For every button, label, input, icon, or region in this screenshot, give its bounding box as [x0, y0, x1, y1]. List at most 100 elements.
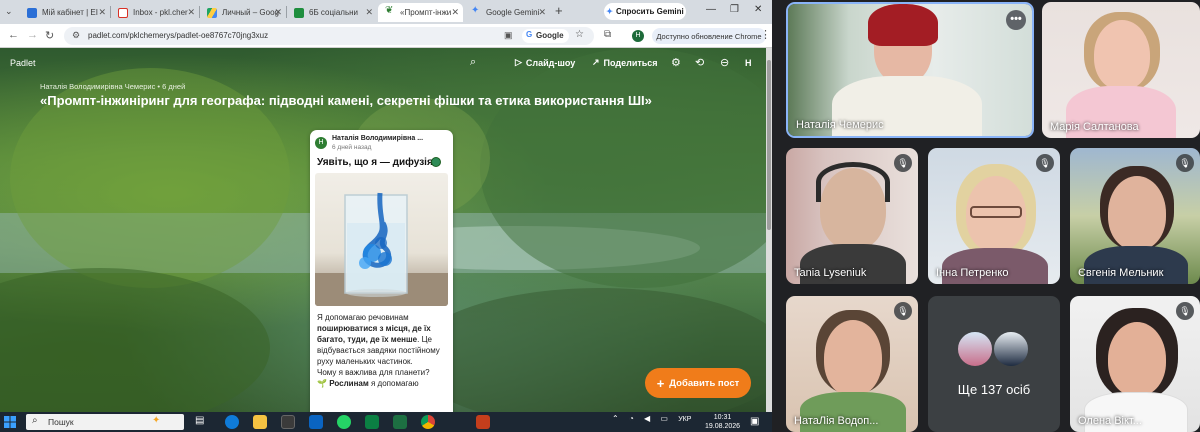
close-icon[interactable]: ✕ [365, 7, 373, 18]
tab-label: Личный – Goog [222, 8, 279, 17]
windows-start-icon[interactable] [4, 416, 16, 428]
store-icon[interactable] [281, 415, 295, 429]
chrome-icon[interactable] [421, 415, 435, 429]
menu-dots-icon[interactable]: ⋮ [760, 28, 771, 41]
add-post-button[interactable]: + Добавить пост [645, 368, 751, 398]
mic-off-icon: 🎙 [894, 154, 912, 172]
plus-icon: + [656, 375, 665, 391]
meet-app-icon[interactable] [365, 415, 379, 429]
maximize-icon[interactable]: ❐ [730, 4, 739, 15]
close-icon[interactable]: ✕ [187, 7, 195, 18]
taskbar-clock[interactable]: 10:31 19.08.2026 [705, 413, 740, 431]
share-button[interactable]: ↗ Поделиться [592, 57, 658, 68]
participant-tile[interactable]: 🎙 НатаЛія Водоп... [786, 296, 918, 432]
slideshow-button[interactable]: ▷ Слайд-шоу [515, 57, 575, 68]
participant-tile[interactable]: ••• Наталія Чемерис [786, 2, 1034, 138]
bookmark-star-icon[interactable]: ☆ [575, 29, 584, 40]
google-chip-label: Google [536, 31, 564, 40]
chrome-update-button[interactable]: Доступно обновление Chrome [652, 28, 766, 44]
post-timestamp: 6 дней назад [332, 144, 372, 151]
url-text[interactable]: padlet.com/pklchemerys/padlet-oe8767c70j… [88, 31, 268, 40]
close-window-icon[interactable]: ✕ [754, 4, 762, 15]
taskbar-search[interactable]: ⌕ Пошук ✦ [26, 414, 184, 430]
close-icon[interactable]: ✕ [451, 7, 459, 18]
padlet-logo[interactable]: Padlet [10, 58, 36, 68]
post-text-bold: поширюватися з місця, де їх багато, туди… [317, 324, 431, 344]
forward-icon[interactable]: → [27, 29, 38, 41]
tab-search-button[interactable]: ⌄ [0, 3, 18, 22]
participant-thumbnail [992, 330, 1030, 368]
omnibox[interactable]: ⚙ padlet.com/pklchemerys/padlet-oe8767c7… [64, 27, 594, 45]
participant-name: НатаЛія Водоп... [794, 415, 879, 427]
mic-off-icon: 🎙 [1176, 154, 1194, 172]
post-author-avatar: H [315, 137, 327, 149]
tab-label: 6Б соціальни [309, 8, 358, 17]
file-explorer-icon[interactable] [253, 415, 267, 429]
close-icon[interactable]: ✕ [274, 7, 282, 18]
site-info-icon[interactable]: ⚙ [72, 30, 80, 41]
cast-icon[interactable]: ▣ [504, 30, 513, 41]
ask-gemini-button[interactable]: ✦ Спросить Gemini [604, 3, 686, 20]
participant-tile[interactable]: 🎙 Інна Петренко [928, 148, 1060, 284]
settings-icon[interactable]: ⚙ [671, 56, 681, 69]
participant-tile[interactable]: Марія Салтанова [1042, 2, 1200, 138]
new-tab-button[interactable]: + [555, 3, 563, 18]
share-icon: ↗ [592, 57, 600, 67]
search-icon[interactable]: ⌕ [470, 56, 476, 69]
task-view-icon[interactable]: ▤ [195, 415, 209, 429]
close-icon[interactable]: ✕ [98, 7, 106, 18]
extensions-icon[interactable]: ⧉ [604, 29, 611, 40]
mic-off-icon: 🎙 [894, 302, 912, 320]
tab-inbox[interactable]: Inbox - pkl.cher ✕ [111, 3, 199, 22]
more-options-button[interactable]: ••• [1006, 10, 1026, 30]
tray-chevron-icon[interactable]: ⌃ [612, 414, 619, 423]
mail-icon[interactable] [309, 415, 323, 429]
profile-avatar[interactable]: H [632, 30, 644, 42]
whatsapp-icon[interactable] [337, 415, 351, 429]
google-lens-chip[interactable]: G Google [522, 29, 569, 43]
keyboard-language[interactable]: УКР [678, 416, 691, 423]
minimize-icon[interactable]: — [706, 4, 716, 15]
close-icon[interactable]: ✕ [538, 7, 546, 18]
tab-padlet-active[interactable]: ❦ «Промпт-інжи ✕ [378, 3, 463, 22]
participant-hair [868, 4, 938, 46]
globe-emoji-icon [431, 157, 441, 167]
powerpoint-icon[interactable] [476, 415, 490, 429]
scrollbar-thumb[interactable] [767, 60, 771, 230]
wifi-icon[interactable]: ◔ [629, 414, 634, 423]
participant-tile[interactable]: 🎙 Tania Lyseniuk [786, 148, 918, 284]
board-title: «Промпт-інжиніринг для географа: підводн… [40, 93, 652, 108]
excel-icon[interactable] [393, 415, 407, 429]
battery-icon[interactable]: ▭ [660, 414, 668, 423]
search-icon: ⌕ [32, 415, 38, 426]
participant-name: Наталія Чемерис [796, 119, 884, 131]
tab-drive[interactable]: Личный – Goog ✕ [200, 3, 286, 22]
participant-tile[interactable]: 🎙 Євгенія Мельник [1070, 148, 1200, 284]
post-title: Уявіть, що я — дифузія! [317, 157, 437, 168]
padlet-profile-avatar[interactable]: H [745, 58, 752, 68]
share-label: Поделиться [603, 57, 658, 68]
reload-icon[interactable]: ↻ [45, 29, 54, 42]
cabinet-favicon-icon [27, 8, 37, 18]
back-icon[interactable]: ← [8, 29, 19, 41]
more-participants-tile[interactable]: Ще 137 осіб [928, 296, 1060, 432]
play-icon: ▷ [515, 57, 522, 67]
tab-gemini[interactable]: ✦ Google Gemini ✕ [464, 3, 550, 22]
windows-taskbar: ⌕ Пошук ✦ ▤ ⌃ ◔ ◀ ▭ УКР 10:31 19.08.2026… [0, 412, 772, 432]
post-text: я допомагаю [368, 379, 419, 388]
gemini-icon: ✦ [471, 5, 480, 16]
tab-cabinet[interactable]: Мій кабінет | EI ✕ [20, 3, 110, 22]
post-image[interactable] [315, 173, 448, 306]
participant-tile[interactable]: 🎙 Олена Вікт... [1070, 296, 1200, 432]
volume-icon[interactable]: ◀ [644, 414, 650, 423]
tab-label: Мій кабінет | EI [42, 8, 98, 17]
edge-icon[interactable] [225, 415, 239, 429]
tab-classroom[interactable]: 6Б соціальни ✕ [287, 3, 377, 22]
participant-face [1108, 176, 1166, 250]
more-options-icon[interactable]: ⊖ [720, 56, 729, 69]
remake-icon[interactable]: ⟲ [695, 56, 704, 69]
gemini-icon: ✦ [606, 7, 613, 16]
glasses-icon [970, 206, 1022, 218]
post-card[interactable]: H Наталія Володимирівна ... 6 дней назад… [310, 130, 453, 412]
notifications-icon[interactable]: ▣ [750, 416, 759, 427]
